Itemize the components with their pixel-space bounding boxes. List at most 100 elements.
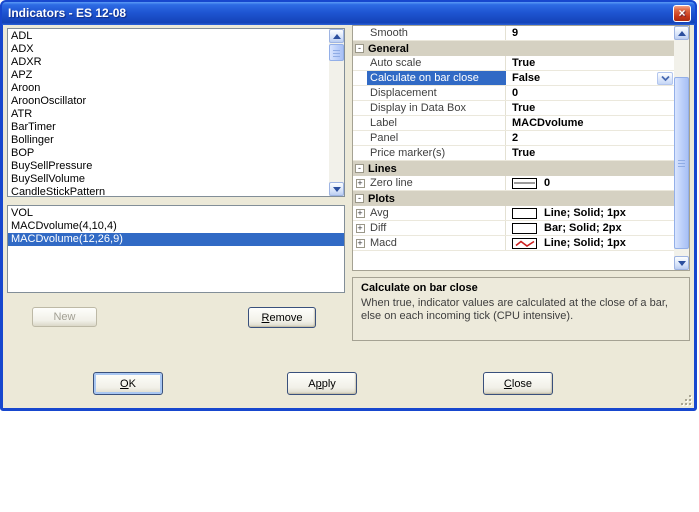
indent-strip: + [353,221,367,235]
property-row-macd[interactable]: + Macd Line; Solid; 1px [353,236,674,251]
title-bar[interactable]: Indicators - ES 12-08 × [2,2,695,25]
property-category-plots[interactable]: - Plots [353,191,674,206]
property-row-avg[interactable]: + Avg Line; Solid; 1px [353,206,674,221]
list-item-atr[interactable]: ATR [8,108,328,121]
property-value[interactable]: Line; Solid; 1px [506,206,674,220]
property-name: Smooth [367,26,506,40]
applied-indicator-list[interactable]: VOL MACDvolume(4,10,4) MACDvolume(12,26,9) [7,205,345,293]
new-button[interactable]: New [32,307,97,327]
expand-icon[interactable]: + [355,238,365,248]
indent-strip [353,56,367,70]
indicator-list-items: ADL ADX ADXR APZ Aroon AroonOscillator ATR BarT… [8,30,328,196]
property-value[interactable]: MACDvolume [506,116,674,130]
property-name: Calculate on bar close [367,71,506,85]
property-value[interactable]: 0 [506,176,674,190]
property-value[interactable]: Bar; Solid; 2px [506,221,674,235]
window-title: Indicators - ES 12-08 [8,6,127,20]
property-name: Macd [367,236,506,250]
scroll-down-icon[interactable] [674,256,689,270]
desktop: Indicators - ES 12-08 × ADL ADX ADXR APZ Aro… [0,0,699,512]
indicator-list-scrollbar[interactable] [329,29,344,196]
plot-style-swatch [512,222,537,234]
list-item-bartimer[interactable]: BarTimer [8,121,328,134]
collapse-icon[interactable]: - [355,194,364,203]
scroll-up-icon[interactable] [674,26,689,40]
property-value[interactable]: True [506,146,674,160]
property-name: Auto scale [367,56,506,70]
scroll-thumb[interactable] [674,77,689,249]
ok-button[interactable]: OK [93,372,163,395]
expand-icon[interactable]: + [355,178,365,188]
description-text: When true, indicator values are calculat… [361,297,668,322]
scroll-track[interactable] [674,40,689,256]
scroll-track[interactable] [329,43,344,182]
property-row-label[interactable]: Label MACDvolume [353,116,674,131]
property-row-diff[interactable]: + Diff Bar; Solid; 2px [353,221,674,236]
property-name: Label [367,116,506,130]
list-item-adl[interactable]: ADL [8,30,328,43]
list-item-buysellvolume[interactable]: BuySellVolume [8,173,328,186]
plot-style-swatch-zigzag [512,237,537,249]
dropdown-icon[interactable] [657,71,673,85]
property-row-auto-scale[interactable]: Auto scale True [353,56,674,71]
applied-list-item-macdvolume-4-10-4[interactable]: MACDvolume(4,10,4) [8,220,344,233]
property-value[interactable]: Line; Solid; 1px [506,236,674,250]
value-text: True [512,57,536,69]
scroll-thumb[interactable] [329,44,344,61]
property-row-smooth[interactable]: Smooth 9 [353,26,674,41]
property-value[interactable]: 0 [506,86,674,100]
indicator-list[interactable]: ADL ADX ADXR APZ Aroon AroonOscillator ATR BarT… [7,28,345,197]
applied-list-items: VOL MACDvolume(4,10,4) MACDvolume(12,26,9) [8,207,344,246]
property-row-price-marker-s[interactable]: Price marker(s) True [353,146,674,161]
property-name: Panel [367,131,506,145]
value-text: True [512,102,536,114]
property-row-calculate-on-bar-close[interactable]: Calculate on bar close False [353,71,674,86]
property-row-zero-line[interactable]: + Zero line 0 [353,176,674,191]
close-icon[interactable]: × [673,5,691,22]
scroll-down-icon[interactable] [329,182,344,196]
property-value[interactable]: False [506,71,674,85]
collapse-icon[interactable]: - [355,44,364,53]
property-value[interactable]: True [506,101,674,115]
scroll-up-icon[interactable] [329,29,344,43]
apply-button[interactable]: Apply [287,372,357,395]
property-value[interactable]: 9 [506,26,674,40]
list-item-adxr[interactable]: ADXR [8,56,328,69]
property-category-general[interactable]: - General [353,41,674,56]
applied-list-item-macdvolume-12-26-9[interactable]: MACDvolume(12,26,9) [8,233,344,246]
applied-list-item-vol[interactable]: VOL [8,207,344,220]
property-name: Displacement [367,86,506,100]
list-item-buysellpressure[interactable]: BuySellPressure [8,160,328,173]
list-item-bop[interactable]: BOP [8,147,328,160]
property-name: Diff [367,221,506,235]
category-label: Lines [368,162,397,175]
list-item-aroonoscillator[interactable]: AroonOscillator [8,95,328,108]
expand-icon[interactable]: + [355,208,365,218]
list-item-aroon[interactable]: Aroon [8,82,328,95]
list-item-adx[interactable]: ADX [8,43,328,56]
property-grid-scrollbar[interactable] [674,26,689,270]
value-text: False [512,72,541,84]
collapse-icon[interactable]: - [355,164,364,173]
value-text: MACDvolume [512,117,584,129]
value-text: Bar; Solid; 2px [544,222,622,234]
property-row-panel[interactable]: Panel 2 [353,131,674,146]
close-button[interactable]: Close [483,372,553,395]
list-item-candlestickpattern[interactable]: CandleStickPattern [8,186,328,196]
property-value[interactable]: True [506,56,674,70]
property-category-lines[interactable]: - Lines [353,161,674,176]
property-row-display-in-data-box[interactable]: Display in Data Box True [353,101,674,116]
indent-strip [353,131,367,145]
category-label: General [368,42,409,55]
property-name: Avg [367,206,506,220]
property-row-displacement[interactable]: Displacement 0 [353,86,674,101]
expand-icon[interactable]: + [355,223,365,233]
resize-grip[interactable] [689,403,691,405]
value-text: 9 [512,27,519,39]
property-value[interactable]: 2 [506,131,674,145]
remove-button[interactable]: Remove [248,307,316,328]
list-item-apz[interactable]: APZ [8,69,328,82]
indent-strip [353,116,367,130]
indent-strip [353,26,367,40]
list-item-bollinger[interactable]: Bollinger [8,134,328,147]
